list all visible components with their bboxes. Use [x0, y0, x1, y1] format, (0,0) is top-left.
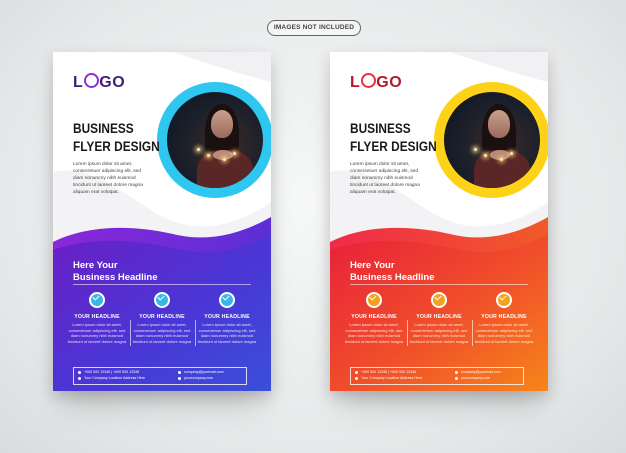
flyer-purple-columns: YOUR HEADLINE Lorem ipsum dolor sit amet… — [67, 292, 257, 354]
location-icon — [78, 377, 81, 380]
flyer-purple-photo — [167, 92, 263, 188]
check-circle-icon — [366, 292, 382, 308]
flyer-red-photo — [444, 92, 540, 188]
flyer-purple-body-text: Lorem ipsum dolor sit amet, consectetuer… — [73, 162, 143, 195]
column-divider — [407, 320, 408, 346]
flyer-purple-logo: L GO — [73, 73, 126, 91]
column-divider — [472, 320, 473, 346]
flyer-purple-contact-box: +000 000 12345 | +000 000 12345 Your Com… — [73, 367, 247, 385]
email-icon — [455, 371, 458, 374]
flyer-purple-title: BUSINESS FLYER DESIGN — [73, 121, 160, 154]
check-circle-icon — [89, 292, 105, 308]
feature-column: YOUR HEADLINE Lorem ipsum dolor sit amet… — [132, 292, 192, 344]
column-divider — [130, 320, 131, 346]
flyer-red-columns: YOUR HEADLINE Lorem ipsum dolor sit amet… — [344, 292, 534, 354]
flyer-red-headline: Here Your Business Headline — [350, 260, 435, 283]
feature-column: YOUR HEADLINE Lorem ipsum dolor sit amet… — [197, 292, 257, 344]
web-icon — [178, 377, 181, 380]
column-divider — [195, 320, 196, 346]
check-circle-icon — [496, 292, 512, 308]
flyer-purple: L GO BUSINESS FLYER DESIGN Lorem ipsum do… — [53, 52, 271, 391]
feature-column: YOUR HEADLINE Lorem ipsum dolor sit amet… — [344, 292, 404, 344]
check-circle-icon — [219, 292, 235, 308]
phone-icon — [78, 371, 81, 374]
email-icon — [178, 371, 181, 374]
phone-icon — [355, 371, 358, 374]
web-icon — [455, 377, 458, 380]
headline-divider — [73, 284, 251, 285]
flyer-red-contact-box: +000 000 12345 | +000 000 12345 Your Com… — [350, 367, 524, 385]
check-circle-icon — [431, 292, 447, 308]
flyer-red-title: BUSINESS FLYER DESIGN — [350, 121, 437, 154]
feature-column: YOUR HEADLINE Lorem ipsum dolor sit amet… — [67, 292, 127, 344]
flyer-red-body-text: Lorem ipsum dolor sit amet, consectetuer… — [350, 162, 420, 195]
location-icon — [355, 377, 358, 380]
check-circle-icon — [154, 292, 170, 308]
headline-divider — [350, 284, 528, 285]
flyer-red: L GO BUSINESS FLYER DESIGN Lorem ipsum do… — [330, 52, 548, 391]
feature-column: YOUR HEADLINE Lorem ipsum dolor sit amet… — [409, 292, 469, 344]
flyer-purple-headline: Here Your Business Headline — [73, 260, 158, 283]
images-not-included-badge: IMAGES NOT INCLUDED — [267, 20, 361, 36]
flyer-red-logo: L GO — [350, 73, 403, 91]
logo-ring-icon — [84, 73, 100, 88]
feature-column: YOUR HEADLINE Lorem ipsum dolor sit amet… — [474, 292, 534, 344]
logo-ring-icon — [361, 73, 377, 88]
